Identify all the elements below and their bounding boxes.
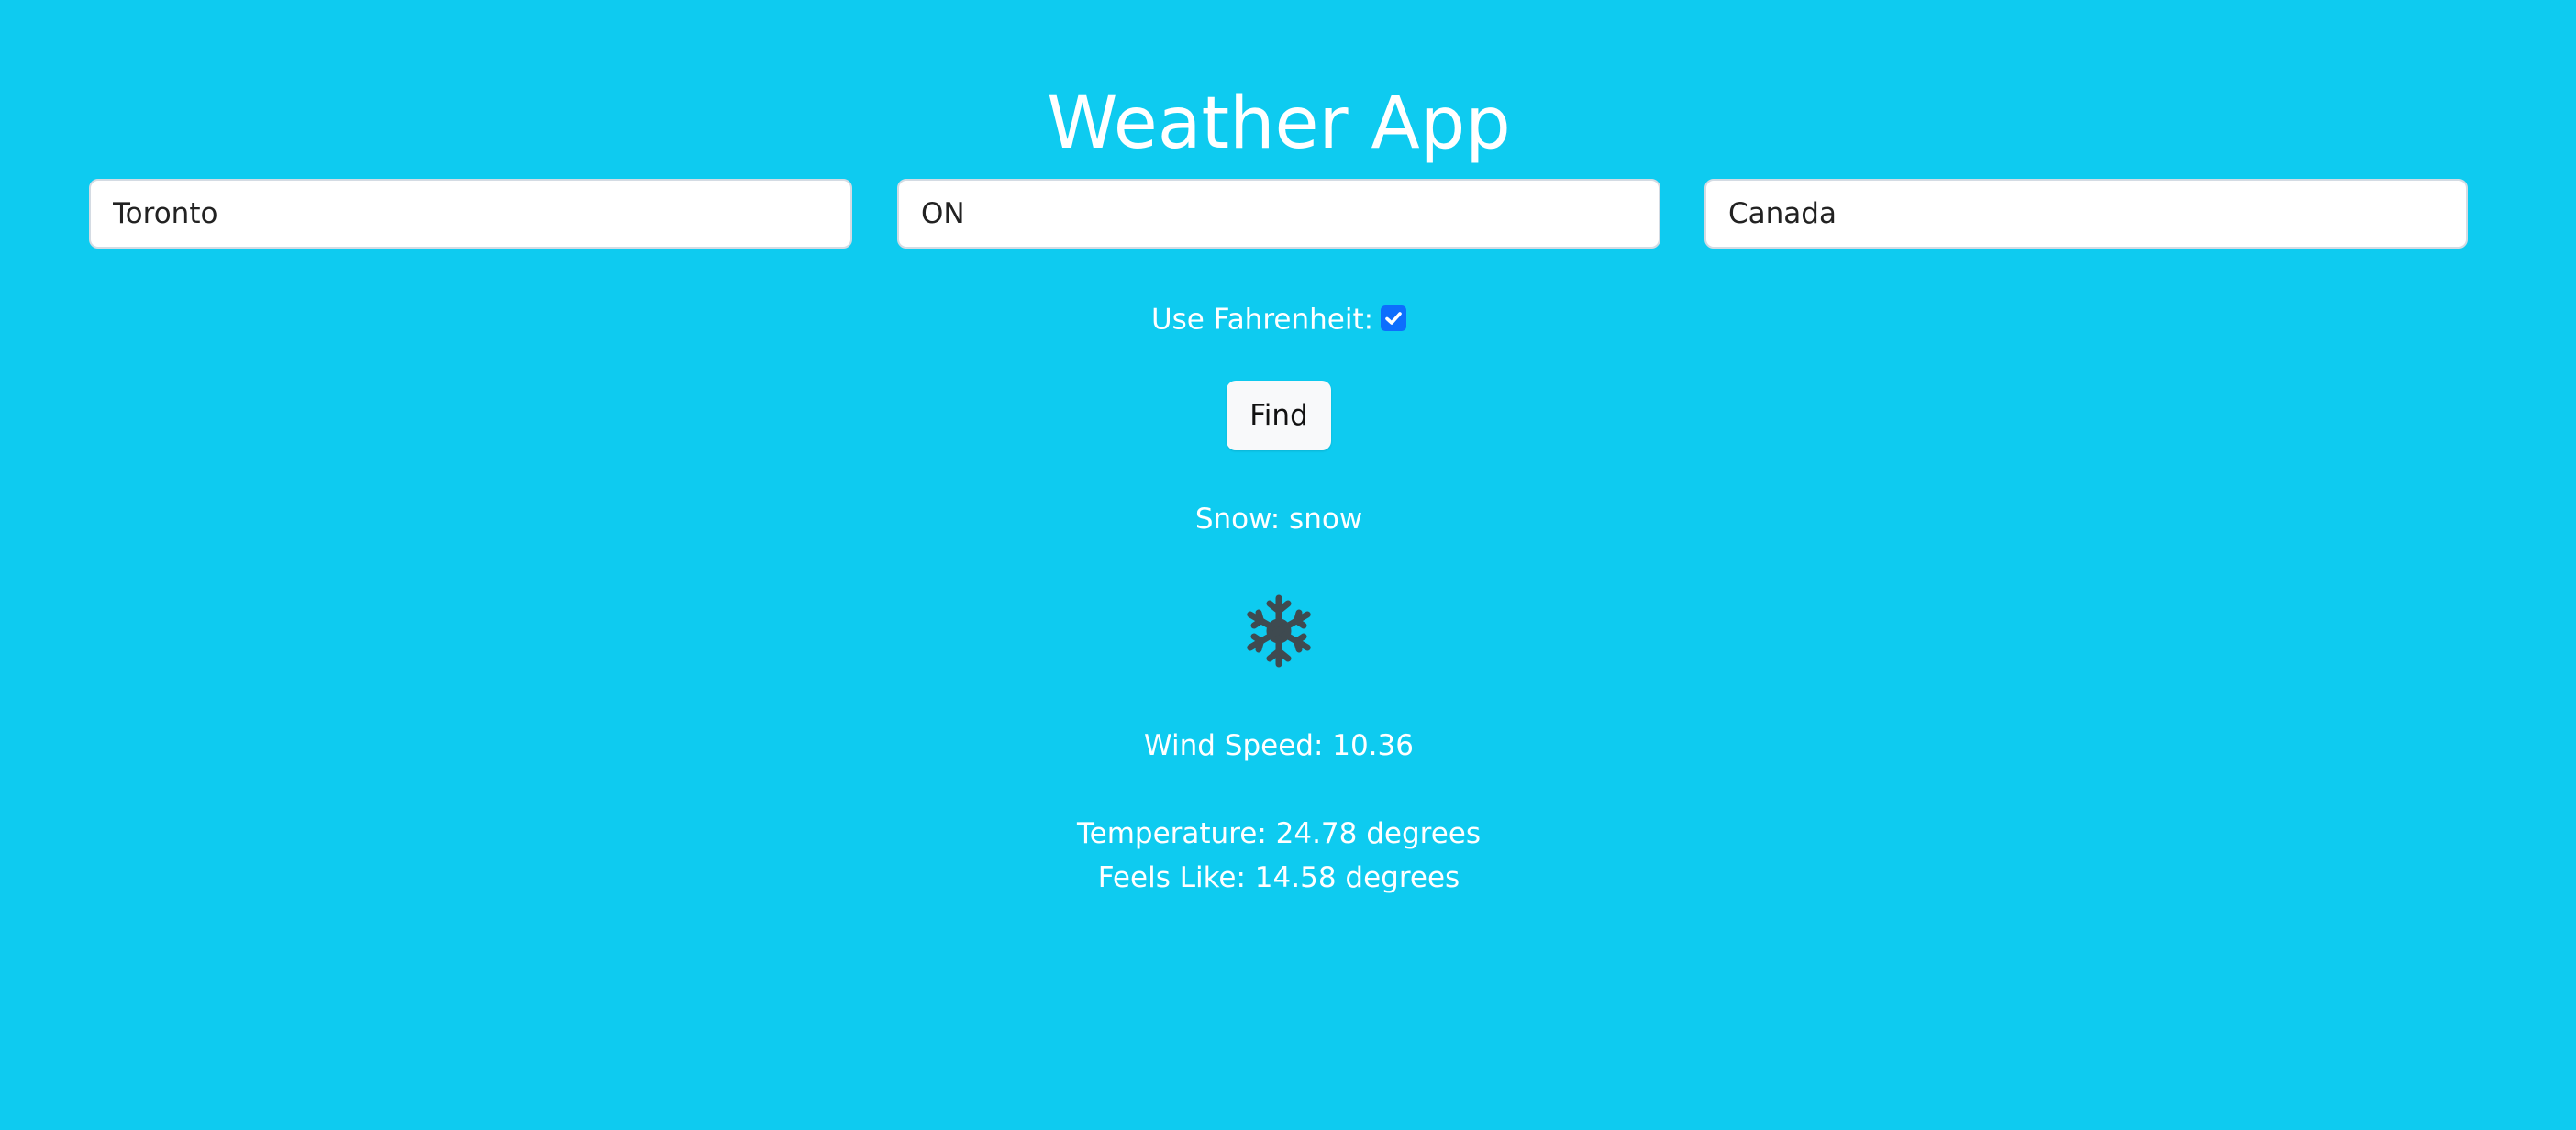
checkbox-fill xyxy=(1381,305,1407,331)
country-input[interactable] xyxy=(1704,179,2468,249)
find-button[interactable]: Find xyxy=(1227,381,1331,450)
feels-like: Feels Like: 14.58 degrees xyxy=(1097,861,1460,894)
fahrenheit-checkbox[interactable] xyxy=(1381,305,1407,331)
checkmark-icon xyxy=(1381,305,1407,331)
fahrenheit-option: Use Fahrenheit: xyxy=(0,296,2558,342)
wind-speed: Wind Speed: 10.36 xyxy=(1144,729,1414,762)
snowflake-svg xyxy=(1247,594,1311,668)
fahrenheit-label: Use Fahrenheit: xyxy=(1150,303,1374,337)
city-input[interactable] xyxy=(89,179,852,249)
weather-app-page: Weather App Use Fahrenheit: Find Snow: s… xyxy=(0,0,2576,1130)
state-input[interactable] xyxy=(897,179,1660,249)
temperature: Temperature: 24.78 degrees xyxy=(1076,817,1482,850)
snowflake-icon xyxy=(1240,593,1317,670)
weather-condition: Snow: snow xyxy=(1194,503,1363,536)
page-title: Weather App xyxy=(1047,83,1511,165)
